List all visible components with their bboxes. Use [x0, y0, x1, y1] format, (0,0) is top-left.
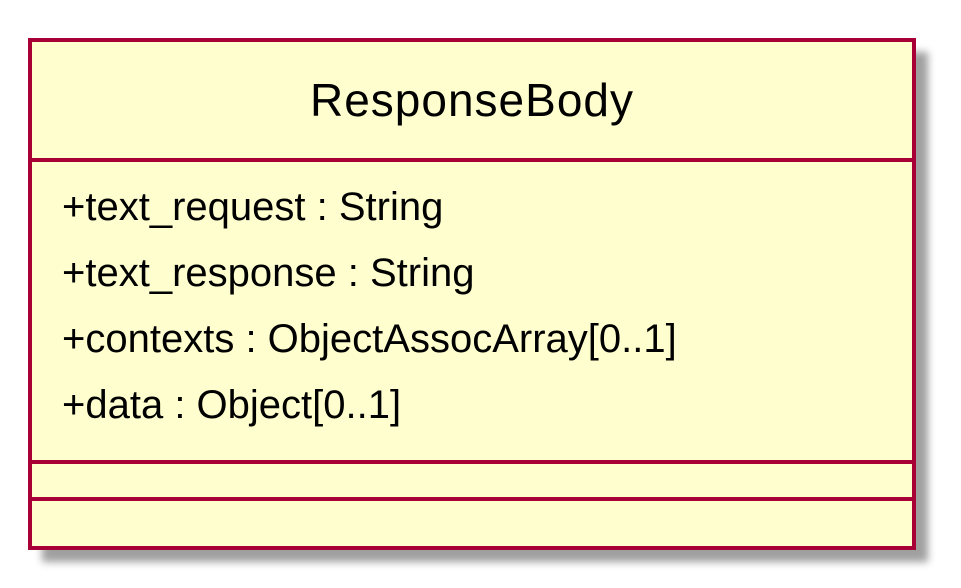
- attributes-compartment: +text_request : String +text_response : …: [32, 162, 912, 464]
- attribute-data: +data : Object[0..1]: [62, 383, 402, 427]
- class-name: ResponseBody: [310, 74, 634, 126]
- uml-class-response-body[interactable]: ResponseBody +text_request : String +tex…: [28, 38, 916, 550]
- attribute-contexts: +contexts : ObjectAssocArray[0..1]: [62, 317, 677, 361]
- class-name-compartment: ResponseBody: [32, 42, 912, 162]
- methods-compartment: [32, 464, 912, 501]
- attribute-text-response: +text_response : String: [62, 251, 475, 295]
- empty-compartment: [32, 501, 912, 542]
- attribute-text-request: +text_request : String: [62, 185, 444, 229]
